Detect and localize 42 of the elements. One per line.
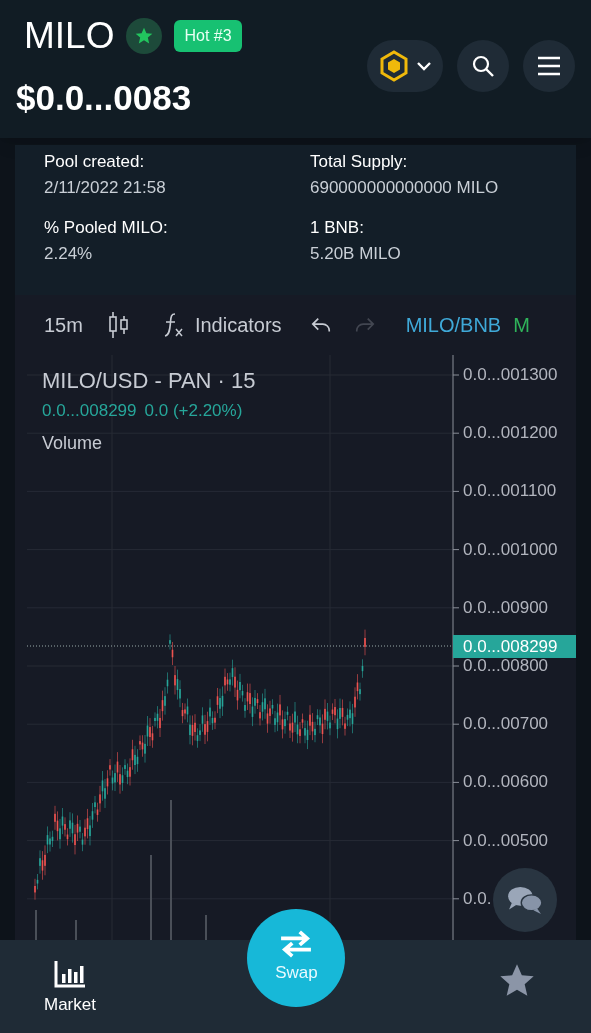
current-price-tag: 0.0...008299 bbox=[453, 635, 576, 658]
market-tab[interactable]: Market bbox=[44, 959, 96, 1018]
info-value: 2/11/2022 21:58 bbox=[44, 177, 167, 199]
favorite-button[interactable] bbox=[126, 18, 163, 54]
menu-button[interactable] bbox=[523, 40, 575, 92]
search-icon bbox=[471, 54, 495, 78]
hot-rank-badge: Hot #3 bbox=[174, 20, 242, 52]
chat-bubbles-icon bbox=[506, 885, 544, 915]
pair-link[interactable]: M bbox=[513, 310, 530, 340]
info-value: 2.24% bbox=[44, 243, 94, 265]
info-value: 5.20B MILO bbox=[310, 243, 402, 265]
info-label: Pool created: bbox=[44, 151, 146, 173]
price-axis-label: 0.0...00600 bbox=[463, 772, 549, 793]
network-selector[interactable] bbox=[367, 40, 443, 92]
menu-icon bbox=[537, 54, 561, 78]
token-symbol: MILO bbox=[24, 14, 115, 58]
price-axis-label: 0.0...001200 bbox=[463, 423, 558, 444]
price-axis-label: 0.0. bbox=[463, 888, 492, 909]
swap-arrows-icon bbox=[279, 929, 314, 958]
price-axis-label: 0.0...001100 bbox=[463, 481, 557, 502]
candlestick-icon[interactable] bbox=[106, 311, 131, 339]
price-axis-label: 0.0...00900 bbox=[463, 597, 549, 618]
cube-logo-icon bbox=[378, 50, 410, 82]
price-axis-label: 0.0...001000 bbox=[463, 539, 558, 560]
price-axis-label: 0.0...001300 bbox=[463, 365, 558, 385]
bar-chart-icon bbox=[54, 959, 86, 988]
indicators-button[interactable]: Indicators bbox=[160, 310, 282, 340]
search-button[interactable] bbox=[457, 40, 509, 92]
info-value: 690000000000000 MILO bbox=[310, 177, 500, 199]
info-label: Total Supply: bbox=[310, 151, 409, 173]
info-label: % Pooled MILO: bbox=[44, 217, 169, 239]
chart-title: MILO/USD - PAN · 15 bbox=[42, 368, 256, 394]
pair-link[interactable]: MILO/BNB bbox=[405, 310, 502, 340]
price-axis-label: 0.0...00500 bbox=[463, 830, 549, 851]
price-axis-label: 0.0...00800 bbox=[463, 656, 549, 676]
info-label: 1 BNB: bbox=[310, 217, 365, 239]
last-price: 0.0...008299 bbox=[42, 400, 137, 422]
price-change: 0.0 (+2.20%) bbox=[144, 400, 243, 422]
interval-button[interactable]: 15m bbox=[44, 310, 83, 340]
token-price: $0.0...0083 bbox=[16, 77, 193, 119]
price-axis-label: 0.0...00700 bbox=[463, 714, 549, 735]
volume-label: Volume bbox=[42, 432, 104, 454]
